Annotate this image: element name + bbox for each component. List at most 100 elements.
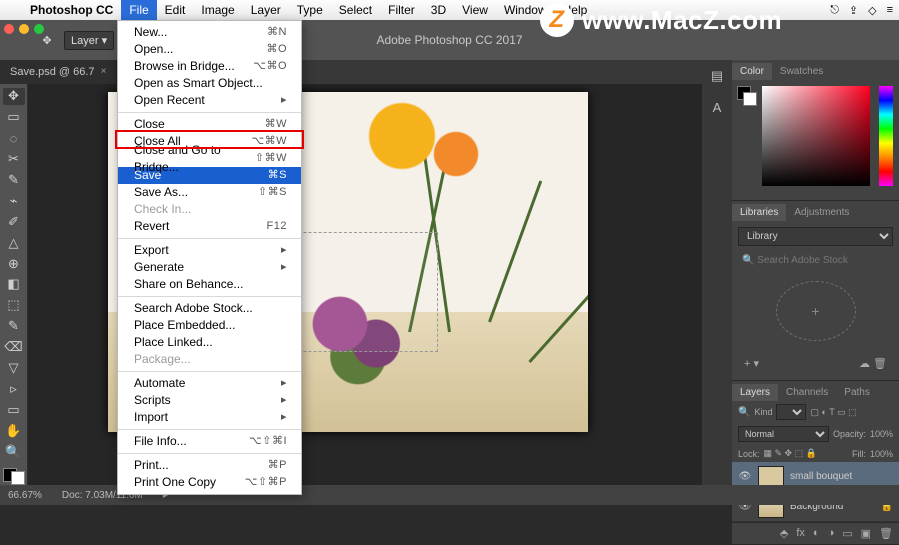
hue-slider[interactable] xyxy=(879,86,893,186)
menu-item-generate[interactable]: Generate▸ xyxy=(118,259,301,276)
adjustment-icon[interactable]: ◑ xyxy=(828,527,835,540)
menu-item-file-info[interactable]: File Info...⌥⇧⌘I xyxy=(118,433,301,450)
menu-item-print-one-copy[interactable]: Print One Copy⌥⇧⌘P xyxy=(118,474,301,491)
tool-blur[interactable]: ✎ xyxy=(3,318,25,335)
menu-item-automate[interactable]: Automate▸ xyxy=(118,375,301,392)
tool-eyedropper[interactable]: ✎ xyxy=(3,172,25,189)
tool-heal[interactable]: ⌁ xyxy=(3,192,25,209)
menu-item-search-adobe-stock[interactable]: Search Adobe Stock... xyxy=(118,300,301,317)
tab-color[interactable]: Color xyxy=(732,63,772,80)
tab-channels[interactable]: Channels xyxy=(778,384,836,401)
status-icon[interactable]: ◇ xyxy=(868,4,876,17)
menu-item-revert[interactable]: RevertF12 xyxy=(118,218,301,235)
close-tab-icon[interactable]: × xyxy=(101,60,107,84)
tool-dodge[interactable]: ⌫ xyxy=(3,339,25,356)
layer-name: small bouquet xyxy=(790,471,852,482)
color-panel: Color Swatches xyxy=(732,60,899,201)
tool-marquee[interactable]: ▭ xyxy=(3,109,25,126)
menu-type[interactable]: Type xyxy=(289,0,331,20)
library-add-drop[interactable] xyxy=(776,281,856,341)
visibility-icon[interactable]: 👁 xyxy=(738,471,752,482)
tab-libraries[interactable]: Libraries xyxy=(732,204,786,221)
tool-pen[interactable]: ▽ xyxy=(3,360,25,377)
zoom-window[interactable] xyxy=(34,24,44,34)
add-content-icon[interactable]: + ▾ xyxy=(744,357,759,370)
new-layer-icon[interactable]: ▣ xyxy=(861,527,871,540)
history-panel-icon[interactable]: ▤ xyxy=(708,68,726,86)
tool-lasso[interactable]: ◌ xyxy=(3,130,25,147)
cloud-icon[interactable]: ☁ xyxy=(859,358,870,370)
status-icon[interactable]: ⇪ xyxy=(849,4,858,17)
menubar-status-icons: ⎋ ⇪ ◇ ≡ xyxy=(830,0,893,20)
menu-item-open[interactable]: Open...⌘O xyxy=(118,41,301,58)
menu-item-check-in: Check In... xyxy=(118,201,301,218)
blend-mode[interactable]: Normal xyxy=(738,426,829,442)
minimize-window[interactable] xyxy=(19,24,29,34)
tool-type[interactable]: ▹ xyxy=(3,380,25,397)
menu-item-browse-in-bridge[interactable]: Browse in Bridge...⌥⌘O xyxy=(118,58,301,75)
menu-item-share-on-behance[interactable]: Share on Behance... xyxy=(118,276,301,293)
menu-layer[interactable]: Layer xyxy=(243,0,289,20)
menu-view[interactable]: View xyxy=(454,0,496,20)
menu-item-place-linked[interactable]: Place Linked... xyxy=(118,334,301,351)
tool-gradient[interactable]: ⬚ xyxy=(3,297,25,314)
tab-adjustments[interactable]: Adjustments xyxy=(786,204,857,221)
menu-item-place-embedded[interactable]: Place Embedded... xyxy=(118,317,301,334)
menu-image[interactable]: Image xyxy=(193,0,242,20)
tool-brush[interactable]: ✐ xyxy=(3,213,25,230)
menu-item-open-as-smart-object[interactable]: Open as Smart Object... xyxy=(118,75,301,92)
menu-item-open-recent[interactable]: Open Recent▸ xyxy=(118,92,301,109)
menu-select[interactable]: Select xyxy=(331,0,380,20)
library-dropdown[interactable]: Library xyxy=(738,227,893,246)
menu-item-new[interactable]: New...⌘N xyxy=(118,24,301,41)
watermark-logo: Z xyxy=(540,3,574,37)
color-swatches[interactable] xyxy=(3,468,25,485)
trash-icon[interactable]: 🗑 xyxy=(873,358,887,370)
watermark: Z www.MacZ.com xyxy=(540,0,782,40)
close-window[interactable] xyxy=(4,24,14,34)
file-menu-dropdown: New...⌘NOpen...⌘OBrowse in Bridge...⌥⌘OO… xyxy=(117,20,302,495)
menu-item-scripts[interactable]: Scripts▸ xyxy=(118,392,301,409)
menu-item-export[interactable]: Export▸ xyxy=(118,242,301,259)
menu-3d[interactable]: 3D xyxy=(423,0,454,20)
menu-item-import[interactable]: Import▸ xyxy=(118,409,301,426)
tool-stamp[interactable]: △ xyxy=(3,234,25,251)
window-controls xyxy=(4,24,44,34)
library-search[interactable]: 🔍 Search Adobe Stock xyxy=(738,252,893,269)
menu-item-close-and-go-to-bridge[interactable]: Close and Go to Bridge...⇧⌘W xyxy=(118,150,301,167)
menu-item-package: Package... xyxy=(118,351,301,368)
menu-item-save-as[interactable]: Save As...⇧⌘S xyxy=(118,184,301,201)
app-name[interactable]: Photoshop CC xyxy=(22,3,121,17)
color-picker-field[interactable] xyxy=(762,86,870,186)
tool-hand[interactable]: 🔍 xyxy=(3,443,25,460)
tab-label: Save.psd @ 66.7 xyxy=(10,60,95,84)
link-layers-icon[interactable]: ⬘ xyxy=(780,527,788,540)
zoom-level[interactable]: 66.67% xyxy=(8,490,42,501)
mask-icon[interactable]: ◐ xyxy=(813,527,820,540)
tool-eraser[interactable]: ◧ xyxy=(3,276,25,293)
tool-crop[interactable]: ✂ xyxy=(3,151,25,168)
status-icon[interactable]: ≡ xyxy=(887,4,893,16)
menu-item-print[interactable]: Print...⌘P xyxy=(118,457,301,474)
properties-panel-icon[interactable]: A xyxy=(708,100,726,118)
menu-edit[interactable]: Edit xyxy=(157,0,194,20)
tool-path[interactable]: ▭ xyxy=(3,401,25,418)
tool-shape[interactable]: ✋ xyxy=(3,422,25,439)
menu-item-close[interactable]: Close⌘W xyxy=(118,116,301,133)
tools-panel: ✥ ▭ ◌ ✂ ✎ ⌁ ✐ △ ⊕ ◧ ⬚ ✎ ⌫ ▽ ▹ ▭ ✋ 🔍 xyxy=(0,84,28,485)
status-icon[interactable]: ⎋ xyxy=(830,4,839,17)
menu-filter[interactable]: Filter xyxy=(380,0,423,20)
tool-move[interactable]: ✥ xyxy=(3,88,25,105)
layers-footer: ⬘ fx ◐ ◑ ▭ ▣ 🗑 xyxy=(732,522,899,544)
tab-layers[interactable]: Layers xyxy=(732,384,778,401)
fx-icon[interactable]: fx xyxy=(796,527,805,540)
document-tab[interactable]: Save.psd @ 66.7 × xyxy=(0,60,117,84)
fg-bg-chip[interactable] xyxy=(737,86,757,106)
tab-swatches[interactable]: Swatches xyxy=(772,63,831,80)
tab-paths[interactable]: Paths xyxy=(836,384,878,401)
menu-file[interactable]: File xyxy=(121,0,156,20)
auto-select-dropdown[interactable]: Layer ▾ xyxy=(64,31,114,50)
delete-layer-icon[interactable]: 🗑 xyxy=(879,527,893,540)
tool-history-brush[interactable]: ⊕ xyxy=(3,255,25,272)
group-icon[interactable]: ▭ xyxy=(842,527,852,540)
